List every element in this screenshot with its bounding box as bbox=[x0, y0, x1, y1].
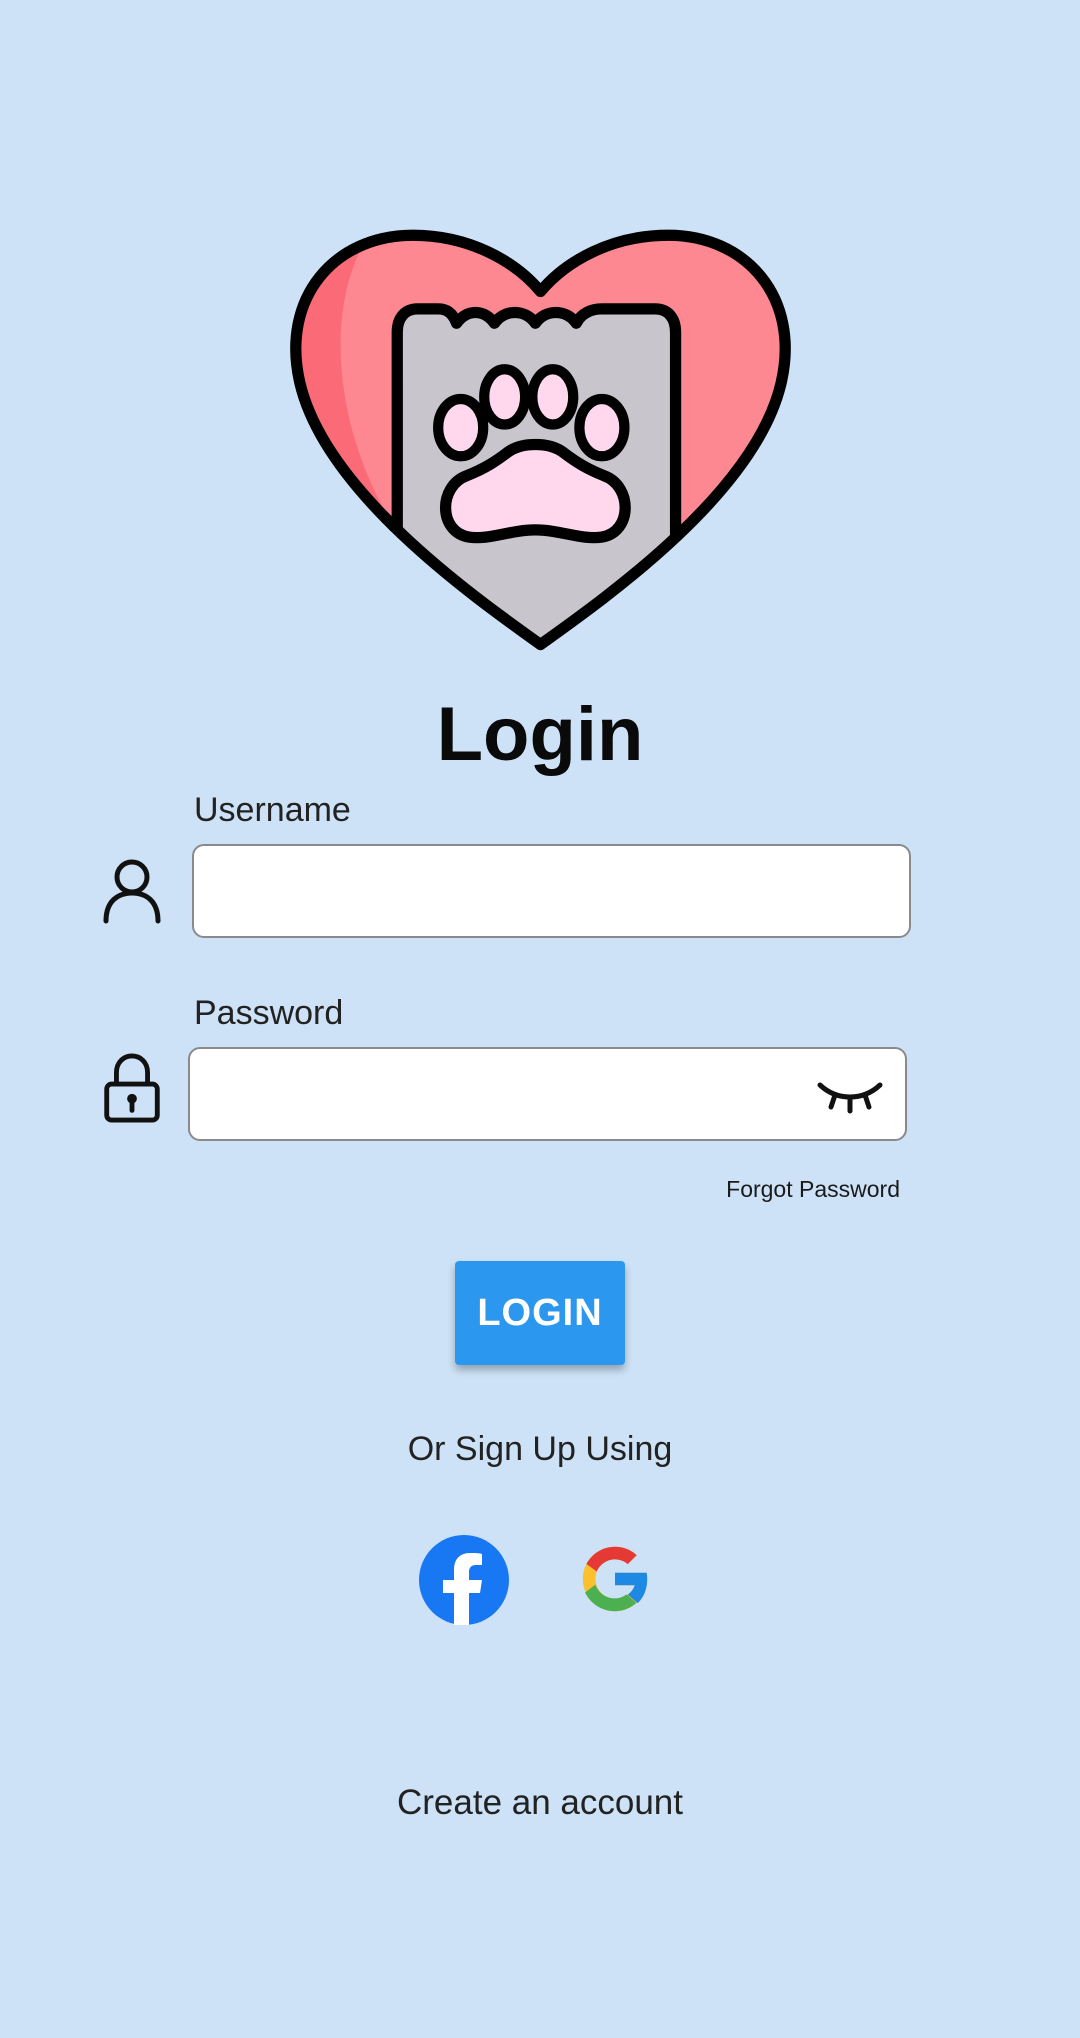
heart-paw-logo-icon bbox=[283, 225, 798, 665]
alt-signup-text: Or Sign Up Using bbox=[407, 1430, 673, 1468]
login-button[interactable]: LOGIN bbox=[455, 1261, 625, 1365]
user-icon bbox=[102, 855, 162, 925]
username-field[interactable] bbox=[192, 844, 911, 938]
facebook-icon[interactable] bbox=[419, 1535, 509, 1625]
create-account-link[interactable]: Create an account bbox=[0, 1783, 1080, 1823]
username-input[interactable] bbox=[194, 846, 909, 936]
forgot-password-link[interactable]: Forgot Password bbox=[690, 1176, 900, 1203]
page-title: Login bbox=[436, 692, 644, 777]
password-label: Password bbox=[194, 994, 344, 1032]
google-icon[interactable] bbox=[573, 1537, 657, 1621]
login-screen: Login Username Password Forgot Password … bbox=[0, 0, 1080, 2038]
password-field[interactable] bbox=[188, 1047, 907, 1141]
lock-icon bbox=[102, 1053, 162, 1123]
password-input[interactable] bbox=[190, 1049, 905, 1139]
eye-closed-icon[interactable] bbox=[817, 1071, 883, 1119]
username-label: Username bbox=[194, 791, 351, 829]
